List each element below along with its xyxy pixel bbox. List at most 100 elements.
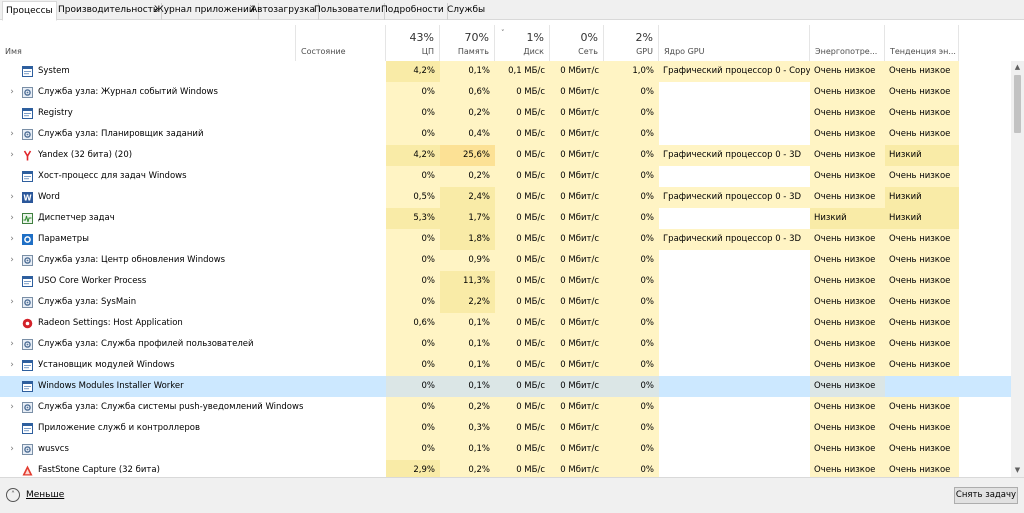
scrollbar-thumb[interactable] <box>1014 75 1021 133</box>
expand-chevron-icon[interactable]: › <box>7 187 17 208</box>
expand-chevron-icon[interactable]: › <box>7 397 17 418</box>
expand-chevron-icon[interactable]: › <box>7 82 17 103</box>
process-row[interactable]: › Параметры 0% 1,8% 0 МБ/с 0 Мбит/с 0% Графичес… <box>0 229 1011 250</box>
gpu-engine-cell <box>659 103 810 124</box>
process-row[interactable]: Хост-процесс для задач Windows 0% 0,2% 0 МБ… <box>0 166 1011 187</box>
expand-chevron-icon[interactable]: › <box>7 229 17 250</box>
column-header-power-trend-label: Тенденция эн... <box>890 47 956 56</box>
network-cell: 0 Мбит/с <box>550 334 604 355</box>
power-trend-cell: Низкий <box>885 187 959 208</box>
column-header-gpu-engine[interactable]: Ядро GPU <box>659 25 810 61</box>
process-row[interactable]: › Служба узла: Служба системы push-уведом… <box>0 397 1011 418</box>
vertical-scrollbar[interactable]: ▲ ▼ <box>1011 61 1024 477</box>
memory-cell: 0,1% <box>440 355 495 376</box>
memory-cell: 0,1% <box>440 61 495 82</box>
process-row[interactable]: › Служба узла: Служба профилей пользовате… <box>0 334 1011 355</box>
power-usage-cell: Очень низкое <box>810 271 885 292</box>
process-row[interactable]: System 4,2% 0,1% 0,1 МБ/с 0 Мбит/с 1,0% Графич… <box>0 61 1011 82</box>
gpu-cell: 0% <box>604 271 659 292</box>
gpu-cell: 0% <box>604 103 659 124</box>
cpu-total-percent: 43% <box>409 31 434 44</box>
expand-chevron-icon[interactable]: › <box>7 334 17 355</box>
column-header-power-trend[interactable]: Тенденция эн... <box>885 25 959 61</box>
cpu-cell: 0% <box>386 82 440 103</box>
network-total-percent: 0% <box>580 31 598 44</box>
process-row[interactable]: › Установщик модулей Windows 0% 0,1% 0 МБ/с 0… <box>0 355 1011 376</box>
process-row[interactable]: Registry 0% 0,2% 0 МБ/с 0 Мбит/с 0% Очень низк… <box>0 103 1011 124</box>
process-row[interactable]: Windows Modules Installer Worker 0% 0,1% 0 … <box>0 376 1011 397</box>
expand-chevron-icon[interactable]: › <box>7 292 17 313</box>
process-row[interactable]: › Служба узла: Центр обновления Windows 0%… <box>0 250 1011 271</box>
system-icon <box>22 381 33 392</box>
process-row[interactable]: Приложение служб и контроллеров 0% 0,3% 0 М… <box>0 418 1011 439</box>
column-header-row: Имя Состояние 43% ЦП 70% Память ˅ 1% Дис… <box>0 25 1011 61</box>
tab-processes[interactable]: Процессы <box>2 1 57 21</box>
column-header-cpu[interactable]: 43% ЦП <box>386 25 440 61</box>
process-row[interactable]: › Служба узла: Журнал событий Windows 0% 0,… <box>0 82 1011 103</box>
gpu-cell: 0% <box>604 208 659 229</box>
network-cell: 0 Мбит/с <box>550 145 604 166</box>
process-name: Приложение служб и контроллеров <box>38 423 200 433</box>
process-row[interactable]: › Диспетчер задач 5,3% 1,7% 0 МБ/с 0 Мбит/с 0%… <box>0 208 1011 229</box>
column-header-power-usage[interactable]: Энергопотре... <box>810 25 885 61</box>
process-row[interactable]: › Служба узла: SysMain 0% 2,2% 0 МБ/с 0 Мбит/… <box>0 292 1011 313</box>
process-row[interactable]: USO Core Worker Process 0% 11,3% 0 МБ/с 0 Мб… <box>0 271 1011 292</box>
service-gear-icon <box>22 129 33 140</box>
expand-chevron-icon[interactable]: › <box>7 355 17 376</box>
power-usage-cell: Очень низкое <box>810 145 885 166</box>
service-gear-icon <box>22 444 33 455</box>
power-usage-cell: Очень низкое <box>810 376 885 397</box>
scroll-down-arrow-icon[interactable]: ▼ <box>1011 464 1024 477</box>
end-task-button[interactable]: Снять задачу <box>954 487 1018 504</box>
column-header-disk-label: Диск <box>523 47 544 56</box>
scroll-up-arrow-icon[interactable]: ▲ <box>1011 61 1024 74</box>
tab-startup[interactable]: Автозагрузка <box>248 3 320 20</box>
process-row[interactable]: › Служба узла: Планировщик заданий 0% 0,4% 0… <box>0 124 1011 145</box>
column-header-disk[interactable]: ˅ 1% Диск <box>495 25 550 61</box>
tab-details[interactable]: Подробности <box>378 3 448 20</box>
expand-chevron-icon[interactable]: › <box>7 124 17 145</box>
expand-chevron-icon[interactable]: › <box>7 208 17 229</box>
disk-cell: 0 МБ/с <box>495 166 550 187</box>
cpu-cell: 4,2% <box>386 61 440 82</box>
column-header-status[interactable]: Состояние <box>296 25 386 61</box>
power-usage-cell: Очень низкое <box>810 229 885 250</box>
memory-cell: 0,1% <box>440 439 495 460</box>
gpu-cell: 0% <box>604 313 659 334</box>
service-gear-icon <box>22 87 33 98</box>
column-header-gpu[interactable]: 2% GPU <box>604 25 659 61</box>
tab-services[interactable]: Службы <box>444 3 488 20</box>
gpu-engine-cell <box>659 82 810 103</box>
process-row[interactable]: › W Word 0,5% 2,4% 0 МБ/с 0 Мбит/с 0% Графически… <box>0 187 1011 208</box>
network-cell: 0 Мбит/с <box>550 439 604 460</box>
expand-chevron-icon[interactable]: › <box>7 439 17 460</box>
process-name: FastStone Capture (32 бита) <box>38 465 160 475</box>
gpu-total-percent: 2% <box>635 31 653 44</box>
gpu-engine-cell: Графический процессор 0 - 3D <box>659 187 810 208</box>
power-usage-cell: Очень низкое <box>810 397 885 418</box>
expand-chevron-icon[interactable]: › <box>7 145 17 166</box>
process-row[interactable]: FastStone Capture (32 бита) 2,9% 0,2% 0 МБ/… <box>0 460 1011 477</box>
tab-app-history[interactable]: Журнал приложений <box>151 3 259 20</box>
tab-performance[interactable]: Производительность <box>55 3 163 20</box>
process-row[interactable]: › wusvcs 0% 0,1% 0 МБ/с 0 Мбит/с 0% Очень низко… <box>0 439 1011 460</box>
gpu-engine-cell <box>659 376 810 397</box>
column-header-memory[interactable]: 70% Память <box>440 25 495 61</box>
gpu-cell: 0% <box>604 166 659 187</box>
yandex-icon <box>22 150 33 161</box>
disk-cell: 0 МБ/с <box>495 397 550 418</box>
process-row[interactable]: Radeon Settings: Host Application 0,6% 0,1… <box>0 313 1011 334</box>
cpu-cell: 0% <box>386 376 440 397</box>
disk-cell: 0 МБ/с <box>495 292 550 313</box>
cpu-cell: 0,6% <box>386 313 440 334</box>
process-row[interactable]: › Yandex (32 бита) (20) 4,2% 25,6% 0 МБ/с 0 М… <box>0 145 1011 166</box>
process-name: Служба узла: Журнал событий Windows <box>38 87 218 97</box>
power-usage-cell: Очень низкое <box>810 124 885 145</box>
column-header-network[interactable]: 0% Сеть <box>550 25 604 61</box>
process-name: System <box>38 66 70 76</box>
expand-chevron-icon[interactable]: › <box>7 250 17 271</box>
power-trend-cell: Очень низкое <box>885 271 959 292</box>
column-header-name[interactable]: Имя <box>0 25 296 61</box>
tab-users[interactable]: Пользователи <box>311 3 385 20</box>
gpu-engine-cell <box>659 397 810 418</box>
